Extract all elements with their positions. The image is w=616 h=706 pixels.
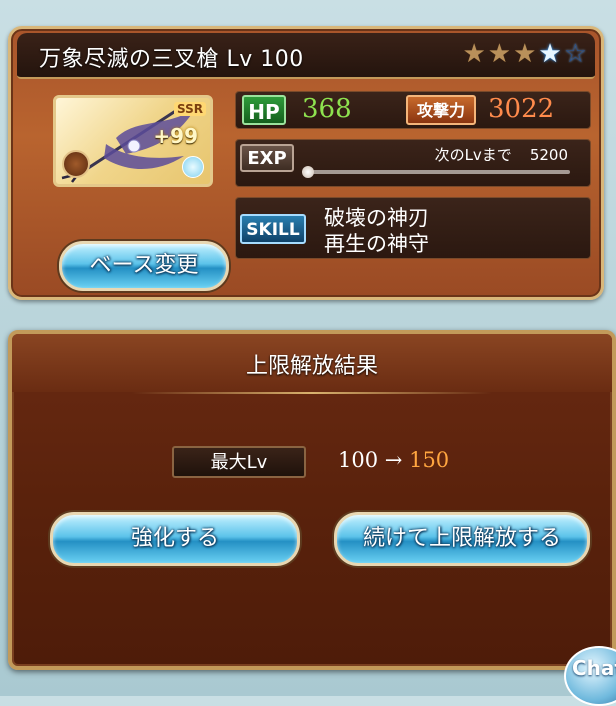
max-lv-label: 最大Lv [172,446,306,478]
enhance-button[interactable]: 強化する [50,512,300,566]
atk-label: 攻撃力 [406,95,476,125]
plus-value: +99 [153,124,198,148]
star-icon: ★ [538,39,562,69]
hp-atk-box: HP 368 攻撃力 3022 [235,91,591,129]
star-icon: ★ [462,39,486,69]
weapon-title: 万象尽滅の三叉槍 Lv 100 [39,47,304,72]
divider [132,392,492,394]
continue-uncap-button[interactable]: 続けて上限解放する [334,512,590,566]
hp-value: 368 [302,94,352,124]
exp-bar-knob [302,166,314,178]
element-icon [62,150,90,178]
exp-next-label: 次のLvまで [434,146,512,164]
panel-title: 上限解放結果 [245,354,378,379]
star-icon: ★ [513,39,537,69]
lv-from: 100 [338,448,379,472]
uncap-result-panel: 上限解放結果 最大Lv 100 → 150 強化する 続けて上限解放する [8,330,616,670]
base-change-button[interactable]: ベース変更 [59,241,229,291]
arrow: → [384,448,403,472]
star-icon: ★ [487,39,512,69]
rarity-badge: SSR [174,102,206,116]
star-icon: ☆ [563,39,587,69]
skill-label: SKILL [240,214,306,244]
atk-value: 3022 [488,94,555,124]
exp-label: EXP [240,144,294,172]
exp-box: EXP 次のLvまで 5200 [235,139,591,187]
hp-label: HP [242,95,286,125]
weapon-thumbnail[interactable]: SSR +99 [53,95,213,187]
exp-bar [302,166,570,178]
uncap-stars: ★ ★ ★ ★ ☆ [462,41,587,67]
weapon-title-bar: 万象尽滅の三叉槍 Lv 100 ★ ★ ★ ★ ☆ [17,33,595,79]
skill-box: SKILL 破壊の神刃 再生の神守 [235,197,591,259]
lv-to: 150 [409,448,450,472]
weapon-card: 万象尽滅の三叉槍 Lv 100 ★ ★ ★ ★ ☆ SSR +99 HP 368… [8,26,604,300]
panel-header: 上限解放結果 [12,334,612,392]
exp-next: 次のLvまで 5200 [435,144,568,165]
exp-next-value: 5200 [529,146,568,164]
lv-change: 100 → 150 [338,448,449,472]
skill-orb-icon [182,156,204,178]
skill-name-2: 再生の神守 [324,232,429,256]
